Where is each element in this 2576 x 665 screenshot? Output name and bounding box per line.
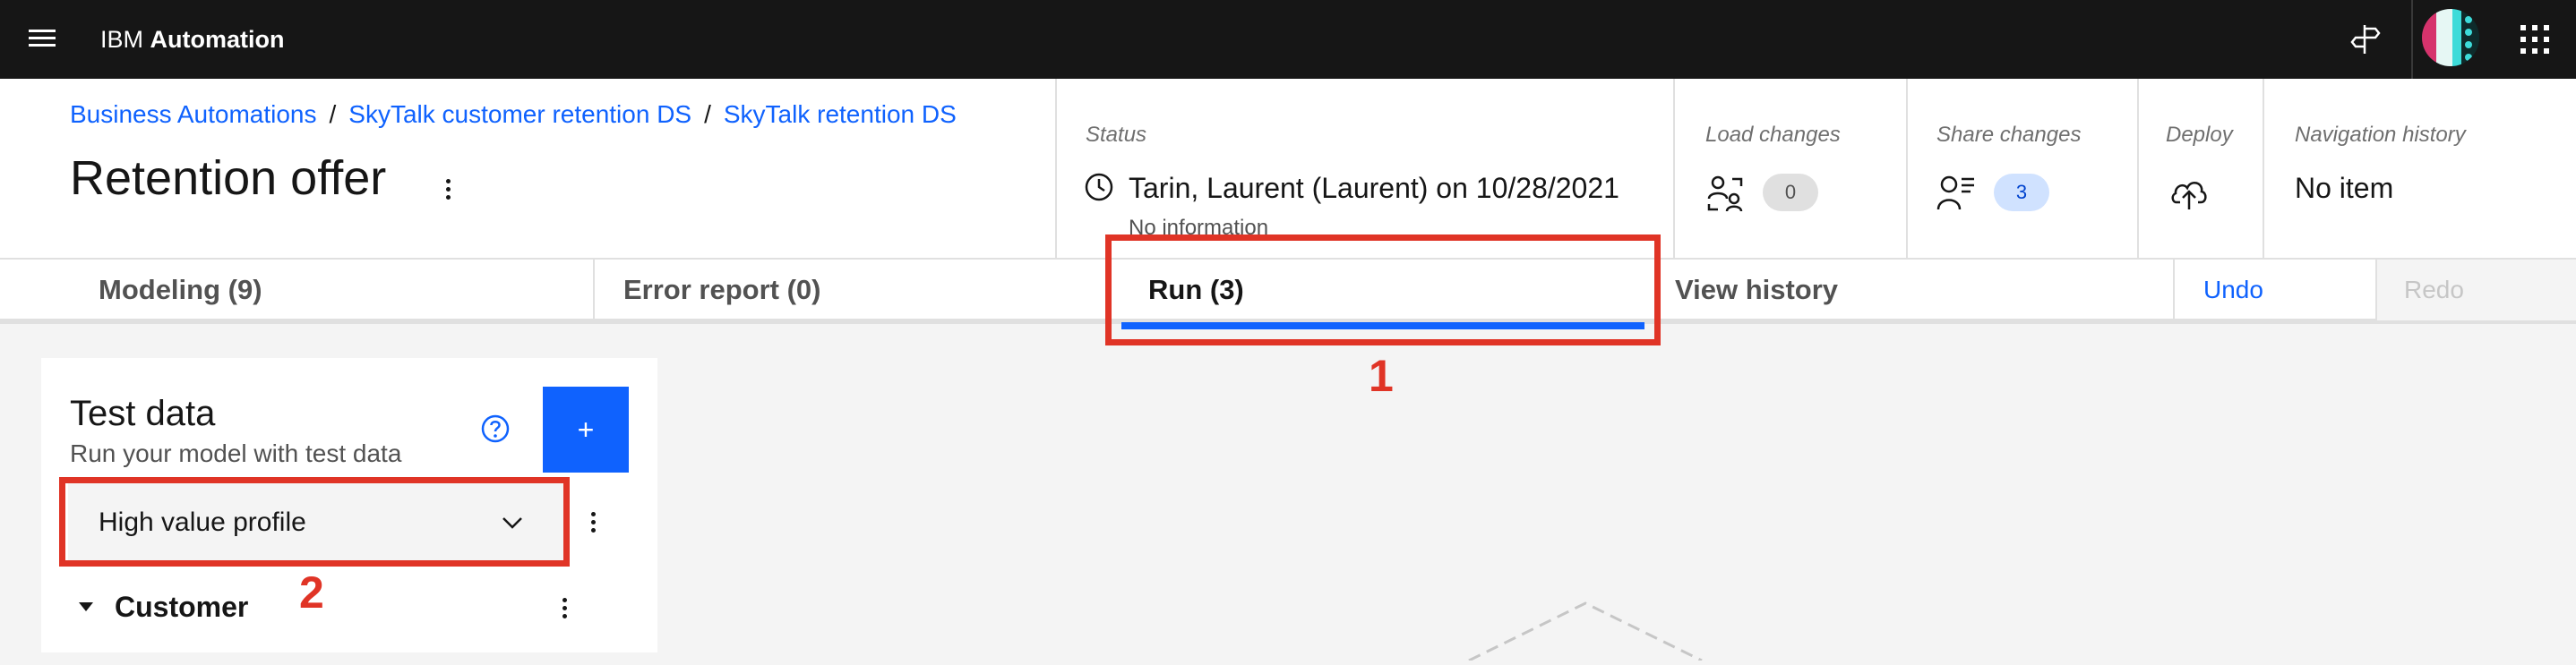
- test-data-title: Test data: [70, 394, 216, 433]
- breadcrumb-link-customer-retention[interactable]: SkyTalk customer retention DS: [348, 100, 691, 128]
- product-name[interactable]: IBM Automation: [100, 23, 285, 55]
- callout-number-2: 2: [299, 567, 324, 618]
- callout-box-2: [59, 477, 570, 567]
- caret-down-icon[interactable]: [77, 600, 95, 614]
- breadcrumb-link-business-automations[interactable]: Business Automations: [70, 100, 317, 128]
- help-icon[interactable]: [480, 413, 511, 444]
- customer-section-label[interactable]: Customer: [115, 589, 248, 625]
- breadcrumb-link-retention-ds[interactable]: SkyTalk retention DS: [724, 100, 957, 128]
- header-divider: [1673, 79, 1675, 258]
- page-title: Retention offer: [70, 151, 387, 205]
- navigation-history-value: No item: [2295, 172, 2394, 204]
- tab-modeling[interactable]: Modeling (9): [99, 260, 262, 320]
- test-data-subtitle: Run your model with test data: [70, 439, 402, 467]
- tab-view-history[interactable]: View history: [1675, 260, 1838, 320]
- top-navigation-bar: IBM Automation: [0, 0, 2576, 79]
- load-changes-count: 0: [1763, 174, 1818, 211]
- brand-prefix: IBM: [100, 26, 144, 53]
- diagram-node-outline: [1433, 598, 1738, 662]
- overflow-menu-icon[interactable]: [439, 175, 457, 202]
- share-changes-count: 3: [1994, 174, 2049, 211]
- overflow-menu-icon[interactable]: [555, 593, 573, 623]
- header-divider: [1055, 79, 1057, 258]
- navigation-history-label: Navigation history: [2295, 123, 2466, 147]
- header-divider: [2137, 79, 2139, 258]
- menu-icon[interactable]: [29, 25, 57, 54]
- breadcrumb-separator: /: [704, 100, 711, 128]
- load-changes-label: Load changes: [1705, 123, 1841, 147]
- add-test-data-button[interactable]: +: [543, 387, 629, 473]
- header-divider: [2263, 79, 2264, 258]
- tab-error-report[interactable]: Error report (0): [623, 260, 820, 320]
- topbar-divider: [2411, 0, 2413, 79]
- callout-number-1: 1: [1369, 351, 1394, 401]
- deploy-label: Deploy: [2166, 123, 2233, 147]
- callout-box-1: [1105, 234, 1661, 345]
- status-value: Tarin, Laurent (Laurent) on 10/28/2021: [1129, 172, 1619, 204]
- breadcrumb: Business Automations / SkyTalk customer re…: [70, 98, 957, 131]
- header-divider: [1906, 79, 1908, 258]
- brand-name: Automation: [150, 26, 285, 53]
- share-changes-icon[interactable]: [1936, 174, 1976, 213]
- tab-divider: [2173, 260, 2175, 320]
- share-changes-label: Share changes: [1936, 123, 2082, 147]
- tab-divider: [593, 260, 595, 320]
- app-switcher-icon[interactable]: [2519, 23, 2551, 55]
- cloud-upload-icon[interactable]: [2169, 174, 2209, 213]
- clock-icon: [1084, 172, 1114, 202]
- signpost-icon[interactable]: [2347, 21, 2383, 57]
- breadcrumb-separator: /: [329, 100, 337, 128]
- redo-button[interactable]: Redo: [2377, 260, 2576, 320]
- avatar[interactable]: [2422, 9, 2479, 66]
- undo-button[interactable]: Undo: [2203, 260, 2263, 320]
- load-changes-icon[interactable]: [1705, 174, 1745, 213]
- status-label: Status: [1086, 123, 1147, 147]
- overflow-menu-icon[interactable]: [584, 507, 602, 537]
